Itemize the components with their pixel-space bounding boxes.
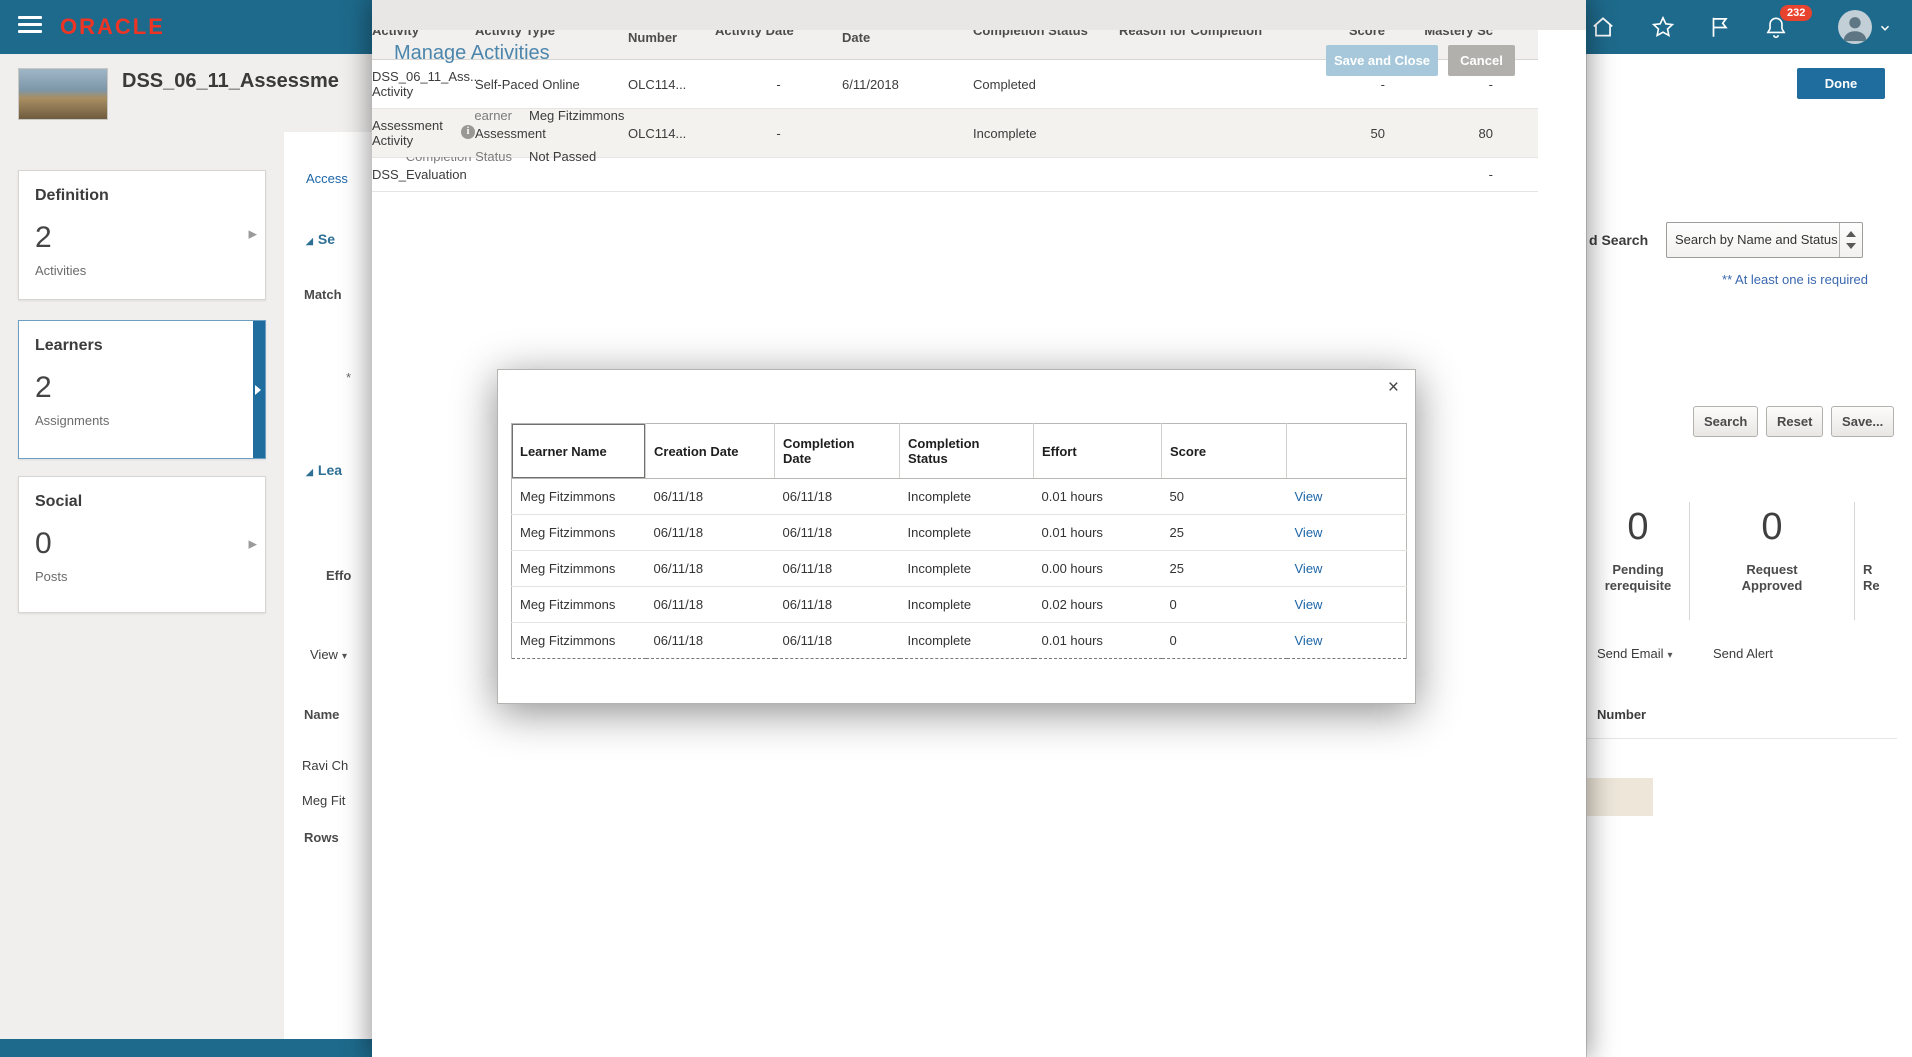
section-expand-icon xyxy=(306,236,313,246)
col-creation-date[interactable]: Creation Date xyxy=(645,423,775,479)
col-effort[interactable]: Effort xyxy=(1033,423,1162,479)
search-button[interactable]: Search xyxy=(1693,406,1759,437)
stat-request-approved: 0 Request Approved xyxy=(1689,502,1854,620)
card-social[interactable]: Social 0 Posts xyxy=(18,476,266,613)
watchlist-flag-icon[interactable] xyxy=(1707,14,1733,40)
card-title: Learners xyxy=(35,337,103,354)
required-asterisk: * xyxy=(346,370,352,385)
saved-search-value: Search by Name and Status xyxy=(1675,232,1838,247)
col-learner-name[interactable]: Learner Name xyxy=(511,423,646,479)
search-actions: Search Reset Save... xyxy=(1693,406,1898,437)
summary-stats: 0 Pending rerequisite 0 Request Approved R… xyxy=(1587,502,1899,620)
access-link[interactable]: Access xyxy=(306,171,348,186)
save-and-close-button[interactable]: Save and Close xyxy=(1326,45,1438,76)
cancel-button[interactable]: Cancel xyxy=(1448,45,1515,76)
section-expand-icon xyxy=(306,467,313,477)
attempts-dialog: × Learner Name Creation Date Completion … xyxy=(497,369,1416,704)
home-icon[interactable] xyxy=(1590,14,1616,40)
match-label: Match xyxy=(304,287,342,302)
save-search-button[interactable]: Save... xyxy=(1831,406,1895,437)
selected-indicator-arrow-icon xyxy=(253,321,265,458)
card-sublabel: Activities xyxy=(35,263,87,278)
select-spinner-icon xyxy=(1839,223,1862,257)
favorites-star-icon[interactable] xyxy=(1650,14,1676,40)
attempts-table: Learner Name Creation Date Completion Da… xyxy=(511,423,1407,659)
reset-button[interactable]: Reset xyxy=(1766,406,1824,437)
learner-name-cell: Meg Fit xyxy=(302,793,346,808)
send-alert-button[interactable]: Send Alert xyxy=(1713,646,1773,661)
overlay-top-strip xyxy=(372,0,1586,30)
col-actions xyxy=(1286,423,1407,479)
effort-label: Effo xyxy=(326,568,352,583)
screen: ORACLE 232 DSS_06_11_Assessme Definition… xyxy=(0,0,1912,1057)
course-title: DSS_06_11_Assessme xyxy=(122,70,339,92)
person-icon xyxy=(1843,17,1867,42)
view-link[interactable]: View xyxy=(1295,561,1323,576)
right-panel: Done d Search Search by Name and Status … xyxy=(1586,54,1912,1057)
rows-label: Rows xyxy=(304,830,339,845)
card-title: Definition xyxy=(35,187,109,204)
notification-count-badge: 232 xyxy=(1780,5,1813,21)
oracle-logo: ORACLE xyxy=(60,14,165,39)
bottom-bar xyxy=(0,1039,372,1057)
done-button[interactable]: Done xyxy=(1797,68,1885,99)
view-link[interactable]: View xyxy=(1295,597,1323,612)
card-count: 2 xyxy=(35,371,52,404)
learner-name-cell: Ravi Ch xyxy=(302,758,349,773)
saved-search-select[interactable]: Search by Name and Status xyxy=(1666,222,1863,258)
completion-status-field-value: Not Passed xyxy=(529,149,597,164)
send-email-button[interactable]: Send Email xyxy=(1597,646,1673,661)
required-note: ** At least one is required xyxy=(1722,272,1868,287)
name-column-header[interactable]: Name xyxy=(304,707,339,722)
card-title: Social xyxy=(35,493,83,510)
card-definition[interactable]: Definition 2 Activities xyxy=(18,170,266,300)
section-header-a[interactable]: Se xyxy=(306,231,335,247)
attempt-row[interactable]: Meg Fitzimmons 06/11/18 06/11/18 Incompl… xyxy=(511,586,1407,623)
attempt-row[interactable]: Meg Fitzimmons 06/11/18 06/11/18 Incompl… xyxy=(511,478,1407,515)
view-menu-button[interactable]: View xyxy=(310,647,347,662)
chevron-right-icon xyxy=(248,534,257,554)
card-sublabel: Posts xyxy=(35,569,68,584)
card-count: 2 xyxy=(35,221,52,254)
hamburger-menu-icon[interactable] xyxy=(18,16,42,36)
chevron-right-icon xyxy=(248,224,257,244)
stat-pending-prerequisite: 0 Pending rerequisite xyxy=(1604,506,1672,593)
section-header-b[interactable]: Lea xyxy=(306,462,342,478)
stat-request-rejected-clipped: R Re xyxy=(1854,502,1899,620)
learner-field-value: Meg Fitzimmons xyxy=(529,108,625,123)
view-link[interactable]: View xyxy=(1295,633,1323,648)
user-avatar[interactable] xyxy=(1838,10,1872,44)
background-content-panel xyxy=(284,132,372,1039)
saved-search-label: d Search xyxy=(1589,232,1649,248)
info-icon[interactable]: i xyxy=(461,125,475,139)
view-link[interactable]: View xyxy=(1295,489,1323,504)
attempt-row[interactable]: Meg Fitzimmons 06/11/18 06/11/18 Incompl… xyxy=(511,514,1407,551)
number-column-header[interactable]: Number xyxy=(1597,707,1646,722)
col-score[interactable]: Score xyxy=(1161,423,1287,479)
card-learners[interactable]: Learners 2 Assignments xyxy=(18,320,266,459)
attempt-row[interactable]: Meg Fitzimmons 06/11/18 06/11/18 Incompl… xyxy=(511,550,1407,587)
col-completion-date[interactable]: Completion Date xyxy=(774,423,900,479)
divider xyxy=(1587,738,1897,739)
course-thumbnail-image xyxy=(18,68,108,120)
attempts-header-row: Learner Name Creation Date Completion Da… xyxy=(511,423,1407,479)
card-count: 0 xyxy=(35,527,52,560)
number-filter-cell[interactable] xyxy=(1587,778,1653,816)
col-completion-status[interactable]: Completion Status xyxy=(899,423,1034,479)
user-menu-chevron-icon[interactable] xyxy=(1878,21,1892,35)
view-link[interactable]: View xyxy=(1295,525,1323,540)
card-sublabel: Assignments xyxy=(35,413,110,428)
close-icon[interactable]: × xyxy=(1388,378,1399,397)
attempt-row[interactable]: Meg Fitzimmons 06/11/18 06/11/18 Incompl… xyxy=(512,623,1407,659)
